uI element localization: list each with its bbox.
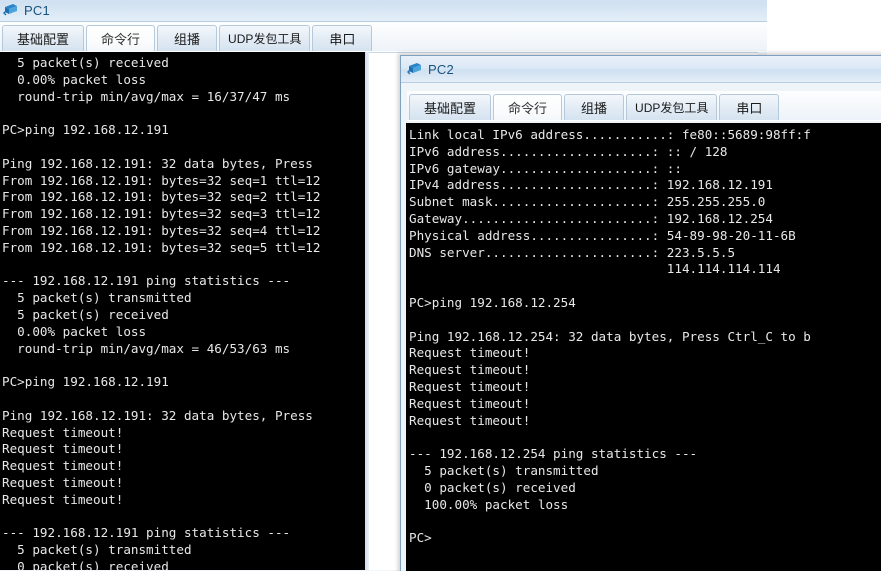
pc2-terminal-line: 100.00% packet loss <box>409 496 569 512</box>
pc1-tab-label: 命令行 <box>101 32 141 47</box>
pc1-tab-0[interactable]: 基础配置 <box>2 25 85 51</box>
pc1-tab-2[interactable]: 组播 <box>157 25 218 51</box>
pc2-terminal-line: Request timeout! <box>409 412 531 428</box>
pc2-terminal-line: 0 packet(s) received <box>409 479 576 495</box>
pc2-terminal-line: Request timeout! <box>409 395 531 411</box>
pc2-terminal-line: Request timeout! <box>409 362 531 378</box>
pc2-tab-3[interactable]: UDP发包工具 <box>626 94 718 120</box>
pc2-terminal-line: Ping 192.168.12.254: 32 data bytes, Pres… <box>409 328 811 344</box>
pc2-tab-4[interactable]: 串口 <box>719 94 780 120</box>
pc1-terminal-line: 5 packet(s) transmitted <box>2 542 192 558</box>
pc2-terminal-line: Gateway.........................: 192.16… <box>409 210 773 226</box>
pc1-tab-label: UDP发包工具 <box>228 32 302 46</box>
pc1-terminal-line: 0.00% packet loss <box>2 71 147 87</box>
pc2-terminal-line: IPv6 gateway....................: :: <box>409 160 682 176</box>
pc2-terminal-line: PC>ping 192.168.12.254 <box>409 294 576 310</box>
pc1-terminal-line: 0.00% packet loss <box>2 323 147 339</box>
pc1-terminal-line: PC>ping 192.168.12.191 <box>2 374 169 390</box>
pc2-terminal-line: IPv6 address....................: :: / 1… <box>409 143 728 159</box>
pc2-terminal-output[interactable]: Link local IPv6 address...........: fe80… <box>406 123 881 571</box>
pc1-terminal-line: --- 192.168.12.191 ping statistics --- <box>2 525 291 541</box>
pc1-terminal-line: PC>ping 192.168.12.191 <box>2 122 169 138</box>
pc1-terminal-line: Request timeout! <box>2 458 124 474</box>
pc1-terminal-line: Request timeout! <box>2 424 124 440</box>
pc2-tab-1[interactable]: 命令行 <box>493 94 563 120</box>
pc2-terminal-line: Request timeout! <box>409 378 531 394</box>
pc1-terminal-line: 0 packet(s) received <box>2 558 169 570</box>
pc1-tab-label: 组播 <box>174 32 201 47</box>
pc1-tab-3[interactable]: UDP发包工具 <box>219 25 311 51</box>
pc2-terminal-line: Link local IPv6 address...........: fe80… <box>409 127 811 142</box>
pc2-terminal-line: Subnet mask.....................: 255.25… <box>409 194 766 210</box>
pc2-tab-label: 基础配置 <box>424 101 477 116</box>
pc1-terminal-output[interactable]: 5 packet(s) received 0.00% packet loss r… <box>0 52 368 570</box>
pc2-terminal-line: 114.114.114.114 <box>409 261 781 277</box>
pc1-terminal-line: From 192.168.12.191: bytes=32 seq=1 ttl=… <box>2 172 321 188</box>
pc1-tab-label: 基础配置 <box>17 32 70 47</box>
desktop-screen: PC1 基础配置 命令行 组播 UDP发包工具 串口 5 packet(s) recei… <box>0 0 881 571</box>
pc1-scrollbar[interactable] <box>365 52 369 570</box>
pc1-terminal-line <box>2 509 368 526</box>
pc1-terminal-line: Request timeout! <box>2 441 124 457</box>
pc2-tab-label: 命令行 <box>508 101 548 116</box>
pc2-terminal-line <box>409 278 881 295</box>
pc1-terminal-line: 5 packet(s) received <box>2 306 169 322</box>
pc2-terminal-line: Physical address................: 54-89-… <box>409 227 796 243</box>
pc1-terminal-line: From 192.168.12.191: bytes=32 seq=4 ttl=… <box>2 222 321 238</box>
pc1-terminal-line: round-trip min/avg/max = 16/37/47 ms <box>2 88 291 104</box>
pc2-window[interactable]: PC2 基础配置 命令行 组播 UDP发包工具 串口 Link local IPv6 a… <box>400 55 881 571</box>
pc2-terminal-line: IPv4 address....................: 192.16… <box>409 177 773 193</box>
pc2-terminal-line: Request timeout! <box>409 345 531 361</box>
pc1-terminal-line <box>2 105 368 122</box>
pc1-terminal-line: 5 packet(s) transmitted <box>2 290 192 306</box>
pc2-tab-2[interactable]: 组播 <box>564 94 625 120</box>
pc1-terminal-line <box>2 391 368 408</box>
pc2-terminal-line <box>409 513 881 530</box>
pc1-terminal-line: 5 packet(s) received <box>2 55 169 70</box>
pc1-terminal-line: From 192.168.12.191: bytes=32 seq=2 ttl=… <box>2 189 321 205</box>
pc1-terminal-line <box>2 257 368 274</box>
pc1-terminal-line: Request timeout! <box>2 491 124 507</box>
pc1-terminal-line <box>2 139 368 156</box>
pc1-title: PC1 <box>24 3 50 18</box>
pc1-terminal-line: --- 192.168.12.191 ping statistics --- <box>2 273 291 289</box>
pc-terminal-icon <box>407 61 423 77</box>
pc1-terminal-line: From 192.168.12.191: bytes=32 seq=3 ttl=… <box>2 206 321 222</box>
pc1-terminal-line: Request timeout! <box>2 474 124 490</box>
pc2-tab-label: 组播 <box>581 101 608 116</box>
pc2-tabstrip[interactable]: 基础配置 命令行 组播 UDP发包工具 串口 <box>407 91 881 121</box>
pc-terminal-icon <box>3 2 19 18</box>
pc2-terminal-line: PC> <box>409 530 432 546</box>
pc2-terminal-line: DNS server......................: 223.5.… <box>409 244 736 260</box>
pc1-terminal-line: round-trip min/avg/max = 46/53/63 ms <box>2 340 291 356</box>
pc2-tab-0[interactable]: 基础配置 <box>409 94 492 120</box>
pc1-terminal-line: Ping 192.168.12.191: 32 data bytes, Pres… <box>2 155 313 171</box>
pc1-tab-1[interactable]: 命令行 <box>86 25 156 51</box>
pc2-terminal-line <box>409 429 881 446</box>
pc1-titlebar[interactable]: PC1 <box>0 0 767 22</box>
pc2-tab-label: UDP发包工具 <box>635 101 709 115</box>
pc2-title: PC2 <box>428 61 454 77</box>
pc1-terminal-line: Ping 192.168.12.191: 32 data bytes, Pres… <box>2 407 313 423</box>
pc2-tab-label: 串口 <box>736 101 763 116</box>
pc1-terminal-line <box>2 357 368 374</box>
pc1-tabstrip[interactable]: 基础配置 命令行 组播 UDP发包工具 串口 <box>0 22 767 52</box>
pc2-terminal-line <box>409 312 881 329</box>
pc1-terminal-line: From 192.168.12.191: bytes=32 seq=5 ttl=… <box>2 239 321 255</box>
pc2-terminal-line: 5 packet(s) transmitted <box>409 462 599 478</box>
pc1-tab-label: 串口 <box>329 32 356 47</box>
pc1-tab-4[interactable]: 串口 <box>312 25 373 51</box>
pc2-terminal-line: --- 192.168.12.254 ping statistics --- <box>409 446 698 462</box>
pc2-titlebar[interactable]: PC2 <box>401 56 881 83</box>
